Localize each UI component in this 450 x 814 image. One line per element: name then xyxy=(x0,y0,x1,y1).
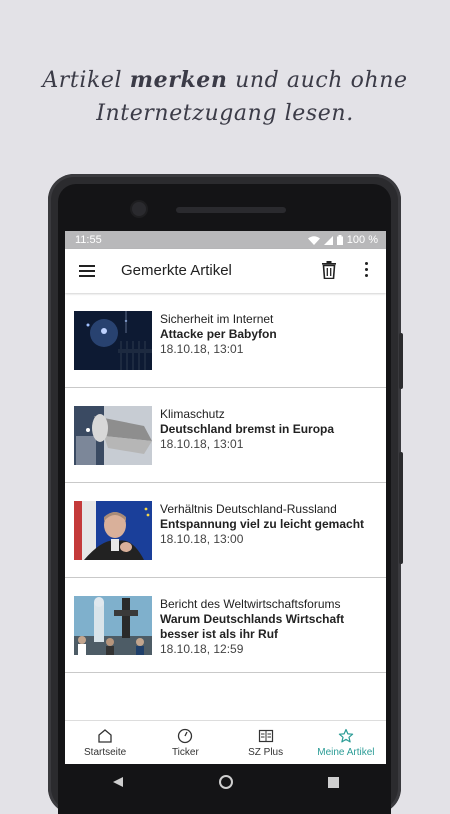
article-date: 18.10.18, 13:01 xyxy=(160,342,244,356)
status-bar: 11:55 100 % xyxy=(65,231,386,249)
list-item[interactable]: Sicherheit im Internet Attacke per Babyf… xyxy=(65,293,386,388)
nav-sz-plus[interactable]: SZ Plus xyxy=(226,721,306,764)
promo-line-2: Internetzugang lesen. xyxy=(96,101,354,126)
power-button xyxy=(399,333,403,389)
list-item[interactable]: Bericht des Weltwirtschaftsforums Warum … xyxy=(65,578,386,673)
article-headline: Deutschland bremst in Europa xyxy=(160,422,335,436)
article-kicker: Sicherheit im Internet xyxy=(160,312,274,326)
article-thumbnail-wirtschaftsforum xyxy=(74,596,152,655)
status-time: 11:55 xyxy=(75,234,102,246)
hamburger-menu-icon[interactable] xyxy=(79,265,95,277)
home-icon xyxy=(98,729,112,743)
back-icon[interactable] xyxy=(112,776,124,788)
earpiece-speaker xyxy=(176,207,286,213)
list-item[interactable]: Klimaschutz Deutschland bremst in Europa… xyxy=(65,388,386,483)
article-headline: Warum Deutschlands Wirtschaft besser ist… xyxy=(160,612,345,641)
nav-label: Ticker xyxy=(171,747,199,758)
nav-label: SZ Plus xyxy=(248,747,284,758)
battery-percent: 100 % xyxy=(346,234,378,246)
article-date: 18.10.18, 13:01 xyxy=(160,437,244,451)
app-bar: Gemerkte Artikel xyxy=(65,249,386,293)
nav-label: Meine Artikel xyxy=(317,747,375,758)
battery-icon xyxy=(336,235,343,245)
article-text: Verhältnis Deutschland-Russland Entspann… xyxy=(160,502,382,547)
more-vert-icon[interactable] xyxy=(363,262,369,280)
wifi-icon xyxy=(307,235,320,245)
front-camera xyxy=(132,202,146,216)
promo-tagline: Artikel merken und auch ohne Internetzug… xyxy=(0,64,450,130)
article-date: 18.10.18, 13:00 xyxy=(160,532,244,546)
article-thumbnail-babyphone xyxy=(74,311,152,370)
nav-meine-artikel[interactable]: Meine Artikel xyxy=(306,721,386,764)
list-item[interactable]: Verhältnis Deutschland-Russland Entspann… xyxy=(65,483,386,578)
app-screen: 11:55 100 % Gemerkte Artikel Sicherheit … xyxy=(65,231,386,764)
article-text: Sicherheit im Internet Attacke per Babyf… xyxy=(160,312,382,357)
bottom-navigation: Startseite Ticker SZ Plus Meine Artikel xyxy=(65,720,386,764)
article-text: Klimaschutz Deutschland bremst in Europa… xyxy=(160,407,382,452)
article-date: 18.10.18, 12:59 xyxy=(160,642,244,656)
clock-icon xyxy=(178,728,193,744)
article-thumbnail-putin xyxy=(74,501,152,560)
article-headline: Entspannung viel zu leicht gemacht xyxy=(160,517,365,531)
newspaper-icon xyxy=(258,729,273,743)
status-indicators: 100 % xyxy=(307,234,378,246)
nav-label: Startseite xyxy=(84,747,127,758)
trash-icon[interactable] xyxy=(321,261,337,279)
article-kicker: Klimaschutz xyxy=(160,407,225,421)
volume-buttons xyxy=(399,452,403,564)
home-circle-icon[interactable] xyxy=(218,775,233,789)
promo-line-1: Artikel merken und auch ohne xyxy=(42,67,408,93)
article-kicker: Verhältnis Deutschland-Russland xyxy=(160,502,337,516)
signal-icon xyxy=(323,235,333,245)
system-navigation-bar xyxy=(65,764,386,800)
article-headline: Attacke per Babyfon xyxy=(160,327,277,341)
recents-square-icon[interactable] xyxy=(327,776,339,788)
article-thumbnail-klimaschutz xyxy=(74,406,152,465)
page-title: Gemerkte Artikel xyxy=(121,262,232,279)
article-text: Bericht des Weltwirtschaftsforums Warum … xyxy=(160,597,382,657)
nav-ticker[interactable]: Ticker xyxy=(145,721,225,764)
star-icon xyxy=(338,728,354,743)
nav-startseite[interactable]: Startseite xyxy=(65,721,145,764)
article-kicker: Bericht des Weltwirtschaftsforums xyxy=(160,597,341,611)
article-list: Sicherheit im Internet Attacke per Babyf… xyxy=(65,293,386,673)
